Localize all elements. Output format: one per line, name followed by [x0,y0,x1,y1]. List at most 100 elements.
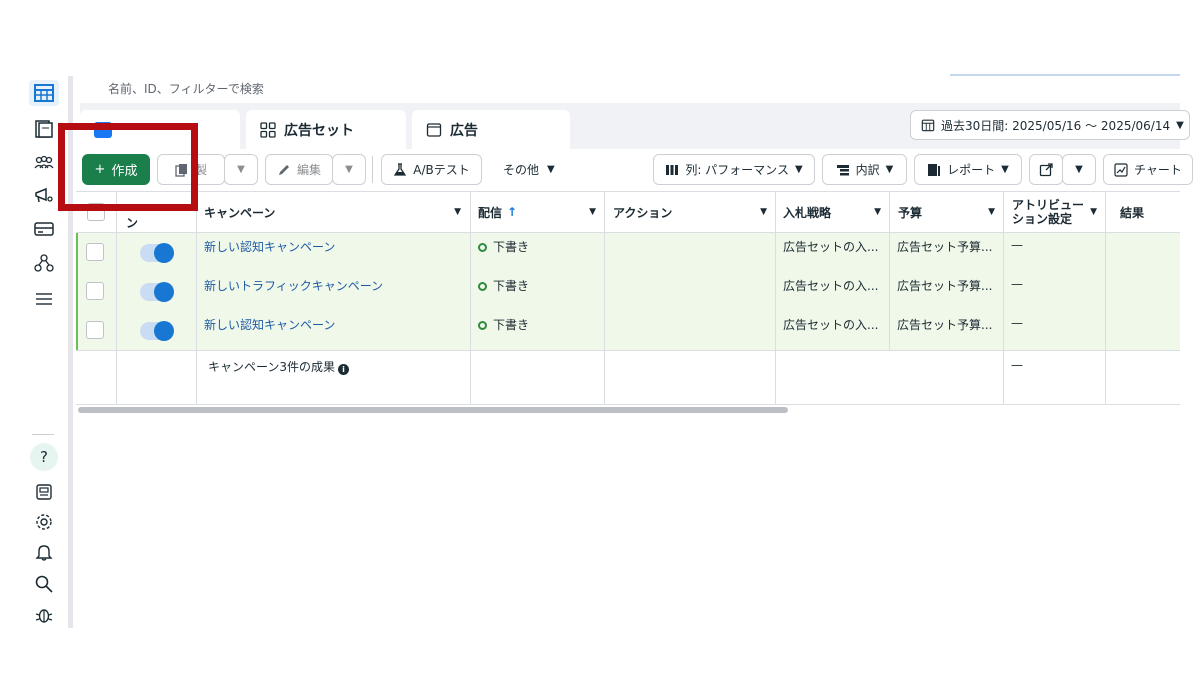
edit-label: 編集 [296,163,321,177]
audience-icon[interactable] [29,150,59,176]
campaign-toggle[interactable] [140,321,174,341]
columns-button[interactable]: 列: パフォーマンス ▼ [653,154,815,185]
create-label: 作成 [111,164,138,179]
select-all-checkbox[interactable] [87,203,105,221]
chevron-down-icon: ▼ [345,164,353,175]
row-checkbox[interactable] [86,321,104,339]
info-icon[interactable]: i [338,364,350,375]
more-button[interactable]: その他 ▼ [503,154,555,185]
attribution-cell: — [1011,238,1023,252]
ab-test-button[interactable]: A/Bテスト [381,154,482,185]
tab-ads[interactable]: 広告 [412,110,570,150]
billing-icon[interactable] [29,216,59,242]
column-divider [470,191,471,404]
bid-strategy-cell: 広告セットの入... [783,279,879,293]
draft-status-icon [478,321,487,330]
rail-separator [68,76,73,628]
search-icon[interactable] [29,571,59,597]
flask-icon [394,162,407,176]
chevron-down-icon: ▼ [874,207,881,217]
create-button[interactable]: + 作成 [82,154,150,185]
search-input[interactable]: 名前、ID、フィルターで検索 [108,80,264,97]
columns-icon [666,164,679,175]
edit-dropdown[interactable]: ▼ [332,154,366,185]
budget-cell: 広告セット予算... [897,240,993,254]
summary-attribution-cell: — [1011,358,1023,372]
export-button[interactable] [1029,154,1063,185]
toggle-knob [154,321,174,341]
reports-label: レポート [947,163,996,177]
help-icon[interactable]: ? [29,443,59,471]
tab-label: 広告 [450,123,478,139]
column-header-toggle[interactable]: ン [126,205,196,231]
column-header-bid-strategy[interactable]: 入札戦略 ▼ [783,191,889,233]
campaign-name-link[interactable]: 新しい認知キャンペーン [204,238,335,255]
horizontal-scrollbar[interactable] [78,407,788,413]
column-header-campaign[interactable]: キャンペーン ▼ [204,191,469,233]
tab-ad-sets[interactable]: 広告セット [246,110,406,150]
duplicate-dropdown[interactable]: ▼ [224,154,258,185]
delivery-status: 下書き [478,277,529,294]
export-icon [1039,162,1053,176]
chevron-down-icon: ▼ [794,164,803,175]
column-header-delivery[interactable]: 配信 ↑ ▼ [478,191,604,233]
duplicate-label: 製 [194,163,207,177]
breakdown-button[interactable]: 内訳 ▼ [822,154,907,185]
breakdown-label: 内訳 [855,163,880,177]
row-checkbox[interactable] [86,282,104,300]
column-header-results[interactable]: 結果 [1120,191,1180,233]
campaign-toggle[interactable] [140,243,174,263]
delivery-status: 下書き [478,238,529,255]
column-divider [889,191,890,350]
chevron-down-icon: ▼ [1176,119,1184,131]
draft-status-icon [478,243,487,252]
left-rail: ? [26,76,66,636]
bid-strategy-cell: 広告セットの入... [783,240,879,254]
toggle-knob [154,243,174,263]
calendar-icon [921,119,935,132]
reports-button[interactable]: レポート ▼ [914,154,1022,185]
bell-icon[interactable] [29,539,59,565]
export-dropdown[interactable]: ▼ [1062,154,1096,185]
network-icon[interactable] [29,250,59,276]
column-divider [1003,191,1004,404]
column-header-actions[interactable]: アクション ▼ [613,191,775,233]
megaphone-icon[interactable] [29,182,59,208]
campaign-name-link[interactable]: 新しいトラフィックキャンペーン [204,277,383,294]
bug-icon[interactable] [29,602,59,628]
table-icon[interactable] [29,80,59,106]
column-divider [116,191,117,404]
pencil-icon [278,164,289,175]
pages-icon[interactable] [29,116,59,142]
sort-ascending-icon: ↑ [507,205,518,219]
budget-cell: 広告セット予算... [897,279,993,293]
attribution-cell: — [1011,316,1023,330]
duplicate-icon [175,163,187,177]
date-range-picker[interactable]: 過去30日間: 2025/05/16 ～ 2025/06/14 ▼ [910,110,1190,140]
row-checkbox[interactable] [86,243,104,261]
date-range-label: 過去30日間: 2025/05/16 ～ 2025/06/14 [941,118,1171,133]
charts-button[interactable]: チャート [1103,154,1193,185]
chevron-down-icon: ▼ [1075,164,1083,175]
tab-campaigns[interactable] [80,110,240,150]
column-header-attribution[interactable]: アトリビュー ション設定 ▼ [1012,191,1105,233]
summary-text: キャンペーン3件の成果 [208,360,336,374]
chevron-down-icon: ▼ [589,207,596,217]
help-label: ? [30,443,58,471]
budget-cell: 広告セット予算... [897,318,993,332]
tab-label: 広告セット [284,123,354,139]
menu-icon[interactable] [29,286,59,312]
column-divider [1105,191,1106,404]
news-icon[interactable] [29,479,59,505]
campaign-name-link[interactable]: 新しい認知キャンペーン [204,316,335,333]
ad-sets-icon [260,122,276,138]
settings-icon[interactable] [29,509,59,535]
campaign-toggle[interactable] [140,282,174,302]
more-label: その他 [503,163,540,177]
column-header-budget[interactable]: 予算 ▼ [898,191,1003,233]
chevron-down-icon: ▼ [760,207,767,217]
chevron-down-icon: ▼ [454,207,461,217]
header-label: アトリビュー ション設定 [1012,197,1085,226]
edit-button[interactable]: 編集 [265,154,333,185]
duplicate-button[interactable]: 製 [157,154,225,185]
